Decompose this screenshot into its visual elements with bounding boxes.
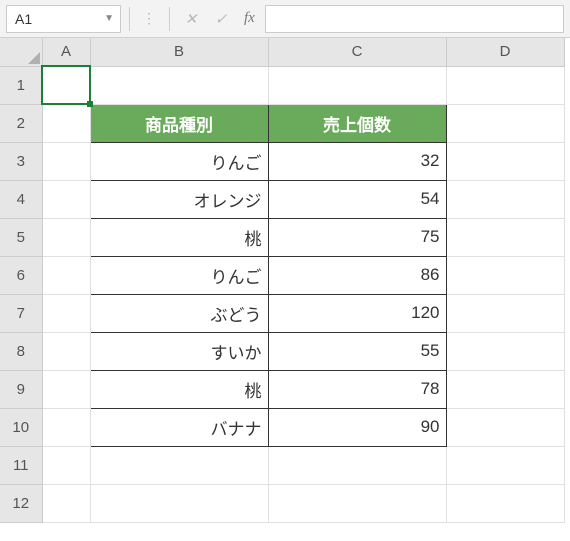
cell-B11[interactable] [90, 446, 268, 484]
cell-B3[interactable]: りんご [90, 142, 268, 180]
cell-C4[interactable]: 54 [268, 180, 446, 218]
cell-C7[interactable]: 120 [268, 294, 446, 332]
row-header-1[interactable]: 1 [0, 66, 42, 104]
cell-A11[interactable] [42, 446, 90, 484]
row-header-10[interactable]: 10 [0, 408, 42, 446]
cell-B10[interactable]: バナナ [90, 408, 268, 446]
spreadsheet-grid: A B C D 1 2 商品種別 売上個数 3 りんご 32 [0, 38, 570, 523]
cell-D5[interactable] [446, 218, 564, 256]
cell-D10[interactable] [446, 408, 564, 446]
cell-D7[interactable] [446, 294, 564, 332]
cell-A3[interactable] [42, 142, 90, 180]
name-box[interactable]: A1 ▼ [6, 5, 121, 33]
row-header-9[interactable]: 9 [0, 370, 42, 408]
formula-bar: A1 ▼ ⋮ ✕ ✓ fx [0, 0, 570, 38]
fx-icon[interactable]: fx [238, 10, 261, 27]
cell-C1[interactable] [268, 66, 446, 104]
cell-A12[interactable] [42, 484, 90, 522]
cell-D2[interactable] [446, 104, 564, 142]
cell-C12[interactable] [268, 484, 446, 522]
cell-B5[interactable]: 桃 [90, 218, 268, 256]
cell-C5[interactable]: 75 [268, 218, 446, 256]
divider [129, 7, 130, 31]
confirm-icon: ✓ [208, 6, 234, 32]
row-header-11[interactable]: 11 [0, 446, 42, 484]
cell-D1[interactable] [446, 66, 564, 104]
cell-A6[interactable] [42, 256, 90, 294]
expand-dots-icon[interactable]: ⋮ [138, 10, 161, 27]
name-box-dropdown-icon[interactable]: ▼ [104, 13, 114, 24]
cell-A9[interactable] [42, 370, 90, 408]
cell-C8[interactable]: 55 [268, 332, 446, 370]
row-header-6[interactable]: 6 [0, 256, 42, 294]
cell-A8[interactable] [42, 332, 90, 370]
row-header-7[interactable]: 7 [0, 294, 42, 332]
cell-A1[interactable] [42, 66, 90, 104]
cell-B1[interactable] [90, 66, 268, 104]
cell-A7[interactable] [42, 294, 90, 332]
cell-B2[interactable]: 商品種別 [90, 104, 268, 142]
cell-B7[interactable]: ぶどう [90, 294, 268, 332]
row-header-12[interactable]: 12 [0, 484, 42, 522]
row-header-2[interactable]: 2 [0, 104, 42, 142]
cell-D3[interactable] [446, 142, 564, 180]
cell-C10[interactable]: 90 [268, 408, 446, 446]
column-header-C[interactable]: C [268, 38, 446, 66]
cell-B6[interactable]: りんご [90, 256, 268, 294]
select-all-corner[interactable] [0, 38, 42, 66]
cell-D9[interactable] [446, 370, 564, 408]
cell-C9[interactable]: 78 [268, 370, 446, 408]
row-header-4[interactable]: 4 [0, 180, 42, 218]
cell-B9[interactable]: 桃 [90, 370, 268, 408]
row-header-8[interactable]: 8 [0, 332, 42, 370]
cell-B12[interactable] [90, 484, 268, 522]
name-box-value: A1 [15, 11, 32, 27]
row-header-3[interactable]: 3 [0, 142, 42, 180]
cell-D11[interactable] [446, 446, 564, 484]
column-header-B[interactable]: B [90, 38, 268, 66]
cell-D4[interactable] [446, 180, 564, 218]
cell-B4[interactable]: オレンジ [90, 180, 268, 218]
cell-D8[interactable] [446, 332, 564, 370]
cell-C6[interactable]: 86 [268, 256, 446, 294]
divider [169, 7, 170, 31]
cell-A2[interactable] [42, 104, 90, 142]
cell-C2[interactable]: 売上個数 [268, 104, 446, 142]
cell-C3[interactable]: 32 [268, 142, 446, 180]
column-header-D[interactable]: D [446, 38, 564, 66]
cell-B8[interactable]: すいか [90, 332, 268, 370]
column-header-A[interactable]: A [42, 38, 90, 66]
cancel-icon: ✕ [178, 6, 204, 32]
cell-A10[interactable] [42, 408, 90, 446]
cell-C11[interactable] [268, 446, 446, 484]
cell-D6[interactable] [446, 256, 564, 294]
cell-D12[interactable] [446, 484, 564, 522]
formula-input[interactable] [265, 5, 564, 33]
row-header-5[interactable]: 5 [0, 218, 42, 256]
cell-A4[interactable] [42, 180, 90, 218]
cell-A5[interactable] [42, 218, 90, 256]
